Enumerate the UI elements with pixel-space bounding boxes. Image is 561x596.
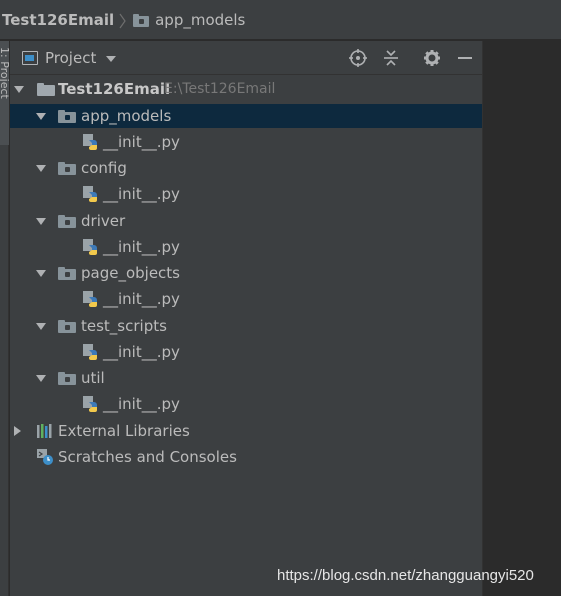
navigation-bar: Test126Email app_models (0, 0, 561, 40)
expand-arrow-icon[interactable] (36, 113, 46, 120)
project-root-label: Test126Email (58, 80, 171, 98)
file-label: __init__.py (103, 238, 180, 256)
tree-file-row[interactable]: __init__.py (10, 287, 482, 311)
tree-file-row[interactable]: __init__.py (10, 235, 482, 259)
folder-label: driver (81, 212, 126, 230)
project-stripe-tab-label: 1: Project (0, 47, 9, 99)
expand-arrow-icon[interactable] (36, 270, 46, 277)
tree-folder-row[interactable]: page_objects (10, 261, 482, 285)
tree-folder-row[interactable]: app_models (10, 104, 482, 128)
project-stripe-tab[interactable]: 1: Project (0, 41, 9, 145)
breadcrumb-folder[interactable]: app_models (155, 11, 245, 29)
package-folder-icon (58, 215, 76, 228)
scratches-label: Scratches and Consoles (58, 448, 237, 466)
project-view-title[interactable]: Project (45, 49, 96, 67)
project-tool-window: Project Test126Email E:\Test126Email app… (10, 41, 482, 596)
minimize-icon[interactable] (455, 48, 475, 68)
scratches-icon (36, 448, 54, 466)
expand-arrow-icon[interactable] (36, 375, 46, 382)
folder-label: page_objects (81, 264, 181, 282)
python-file-icon (82, 133, 100, 151)
package-folder-icon (58, 110, 76, 123)
tree-root-row[interactable]: Test126Email E:\Test126Email (10, 77, 482, 101)
folder-label: config (81, 159, 127, 177)
file-label: __init__.py (103, 290, 180, 308)
tree-file-row[interactable]: __init__.py (10, 340, 482, 364)
tree-folder-row[interactable]: test_scripts (10, 314, 482, 338)
libraries-icon (36, 422, 54, 440)
tree-folder-row[interactable]: config (10, 156, 482, 180)
file-label: __init__.py (103, 395, 180, 413)
expand-arrow-icon[interactable] (36, 218, 46, 225)
folder-label: test_scripts (81, 317, 167, 335)
editor-area[interactable] (482, 41, 561, 596)
watermark-text: https://blog.csdn.net/zhangguangyi520 (277, 567, 534, 584)
package-folder-icon (58, 320, 76, 333)
package-folder-icon (58, 267, 76, 280)
collapse-all-icon[interactable] (381, 48, 401, 68)
breadcrumb-separator-icon (119, 13, 127, 28)
folder-icon (133, 13, 150, 27)
folder-label: util (81, 369, 105, 387)
project-folder-icon (37, 83, 55, 96)
python-file-icon (82, 343, 100, 361)
file-label: __init__.py (103, 343, 180, 361)
project-window-icon (22, 51, 38, 65)
tree-file-row[interactable]: __init__.py (10, 392, 482, 416)
python-file-icon (82, 185, 100, 203)
tree-external-libraries-row[interactable]: External Libraries (10, 419, 482, 443)
file-label: __init__.py (103, 133, 180, 151)
expand-arrow-icon[interactable] (36, 323, 46, 330)
breadcrumb-project[interactable]: Test126Email (2, 11, 114, 29)
tree-folder-row[interactable]: util (10, 366, 482, 390)
file-label: __init__.py (103, 185, 180, 203)
tree-scratches-row[interactable]: Scratches and Consoles (10, 445, 482, 469)
python-file-icon (82, 290, 100, 308)
expand-arrow-icon[interactable] (14, 86, 24, 93)
project-root-path: E:\Test126Email (164, 81, 276, 97)
folder-label: app_models (81, 107, 172, 125)
package-folder-icon (58, 162, 76, 175)
package-folder-icon (58, 372, 76, 385)
locate-icon[interactable] (348, 48, 368, 68)
tree-file-row[interactable]: __init__.py (10, 182, 482, 206)
tree-folder-row[interactable]: driver (10, 209, 482, 233)
gear-icon[interactable] (422, 48, 442, 68)
tree-file-row[interactable]: __init__.py (10, 130, 482, 154)
project-panel-header: Project (10, 41, 482, 75)
expand-arrow-icon[interactable] (14, 426, 21, 436)
python-file-icon (82, 238, 100, 256)
expand-arrow-icon[interactable] (36, 165, 46, 172)
python-file-icon (82, 395, 100, 413)
chevron-down-icon[interactable] (106, 56, 116, 62)
external-libraries-label: External Libraries (58, 422, 190, 440)
